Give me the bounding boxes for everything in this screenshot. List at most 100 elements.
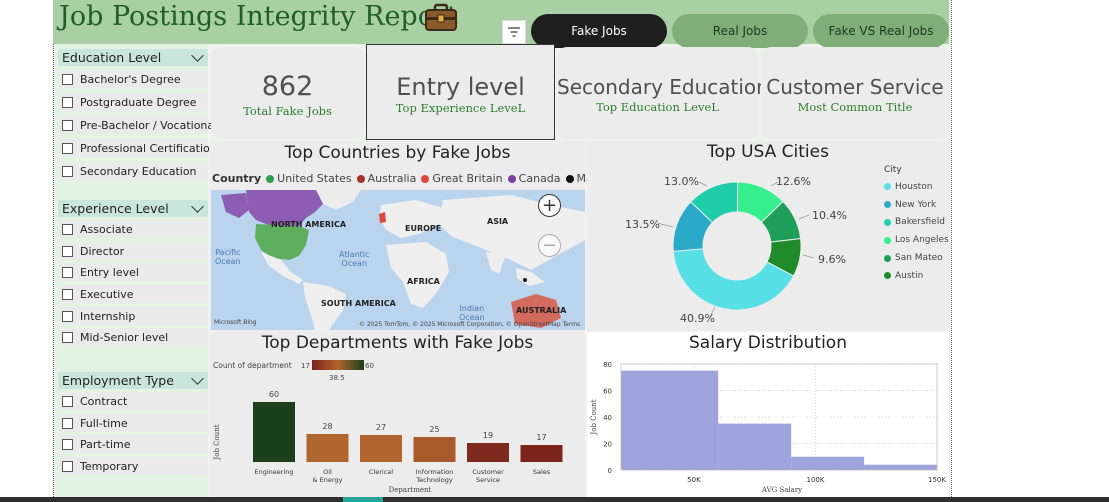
education-slicer-header[interactable]: Education Level	[58, 49, 208, 66]
donut-label: 10.4%	[812, 209, 847, 222]
legend-item[interactable]: Los Angeles	[884, 231, 949, 249]
slicer-option[interactable]: Postgraduate Degree	[58, 93, 208, 111]
legend-item[interactable]: New York	[884, 196, 949, 214]
histogram-bin[interactable]	[718, 423, 792, 470]
x-tick-label: Customer	[472, 468, 504, 476]
kpi-value: Customer Service	[766, 75, 944, 99]
checkbox[interactable]	[62, 142, 73, 154]
checkbox[interactable]	[62, 331, 73, 343]
bottom-scrollbar[interactable]	[0, 497, 1109, 502]
slicer-option[interactable]: Contract	[58, 392, 208, 410]
x-tick-label: & Energy	[313, 476, 343, 484]
x-tick-label: Clerical	[369, 468, 393, 476]
slicer-option[interactable]: Internship	[58, 307, 208, 325]
nav-real-jobs-button[interactable]: Real Jobs	[672, 14, 808, 48]
checkbox[interactable]	[62, 460, 73, 472]
checkbox[interactable]	[62, 288, 73, 300]
map-attribution[interactable]: © 2025 TomTom, © 2025 Microsoft Corporat…	[359, 321, 580, 328]
slicer-option[interactable]: Secondary Education	[58, 162, 208, 180]
slicer-option[interactable]: Professional Certification	[58, 139, 217, 157]
region-label: NORTH AMERICA	[271, 220, 347, 229]
country-legend: Country United States Australia Great Br…	[212, 172, 630, 185]
departments-bar-chart[interactable]: Count of department 17 60 38.5 Job Count 60 En…	[210, 332, 585, 497]
employment-slicer-label: Employment Type	[62, 373, 174, 388]
kpi-value: Secondary Education	[557, 75, 769, 99]
bar-information-technology[interactable]	[413, 437, 456, 462]
chevron-down-icon[interactable]	[191, 200, 204, 213]
checkbox[interactable]	[62, 223, 73, 235]
page-title: Job Postings Integrity Report	[59, 1, 458, 32]
checkbox[interactable]	[62, 266, 73, 278]
slicer-option[interactable]: Bachelor's Degree	[58, 70, 208, 88]
histogram-bin[interactable]	[864, 464, 937, 470]
salary-histogram[interactable]: 0 20 40 60 80 50K 100K 150K AVG Salary Job Count	[587, 332, 949, 497]
bar-customer-service[interactable]	[467, 443, 509, 462]
zoom-in-button[interactable]: +	[538, 194, 561, 217]
scale-max: 60	[365, 362, 374, 370]
bar-engineering[interactable]	[253, 402, 295, 462]
legend-dot	[884, 183, 891, 191]
histogram-bin[interactable]	[621, 370, 719, 470]
page-border-right	[951, 0, 952, 497]
checkbox[interactable]	[62, 73, 73, 85]
slicer-option[interactable]: Pre-Bachelor / Vocational	[58, 116, 217, 134]
slicer-option[interactable]: Mid-Senior level	[58, 328, 208, 346]
histogram-bin[interactable]	[791, 456, 865, 470]
donut-label: 9.6%	[818, 253, 846, 266]
checkbox[interactable]	[62, 245, 73, 257]
legend-item[interactable]: Austin	[884, 267, 949, 285]
kpi-card-common-title: Customer Service Most Common Title	[761, 47, 949, 139]
slicer-option[interactable]: Director	[58, 242, 208, 260]
kpi-value: Entry level	[396, 73, 525, 101]
employment-slicer-header[interactable]: Employment Type	[58, 372, 208, 389]
chevron-down-icon[interactable]	[191, 372, 204, 385]
zoom-out-button[interactable]: −	[538, 234, 561, 257]
bar-clerical[interactable]	[360, 435, 402, 462]
x-tick-label: 150K	[928, 476, 946, 484]
region-label: ASIA	[487, 217, 509, 226]
checkbox[interactable]	[62, 96, 73, 108]
legend-item[interactable]: Canada	[507, 172, 561, 185]
legend-item[interactable]: Houston	[884, 178, 949, 196]
briefcase-icon	[425, 3, 457, 31]
color-scale	[312, 360, 364, 370]
donut-label: 13.0%	[664, 175, 699, 188]
legend-item[interactable]: Australia	[356, 172, 416, 185]
kpi-label: Most Common Title	[797, 100, 913, 114]
legend-item[interactable]: Great Britain	[421, 172, 503, 185]
checkbox[interactable]	[62, 119, 73, 131]
legend-item[interactable]: United States	[266, 172, 352, 185]
slicer-option[interactable]: Temporary	[58, 457, 208, 475]
checkbox[interactable]	[62, 310, 73, 322]
world-map[interactable]: NORTH AMERICA EUROPE ASIA AFRICA SOUTH A…	[211, 190, 585, 330]
x-tick-label: 50K	[687, 476, 701, 484]
bar-oil-energy[interactable]	[306, 434, 349, 462]
checkbox[interactable]	[62, 395, 73, 407]
data-label: 60	[269, 390, 279, 399]
checkbox[interactable]	[62, 438, 73, 450]
checkbox[interactable]	[62, 165, 73, 177]
y-tick-label: 60	[603, 388, 612, 396]
slicer-option[interactable]: Associate	[58, 220, 208, 238]
experience-slicer-header[interactable]: Experience Level	[58, 200, 208, 217]
legend-item[interactable]: Bakersfield	[884, 214, 949, 232]
slicer-option[interactable]: Part-time	[58, 435, 208, 453]
scrollbar-thumb[interactable]	[343, 497, 383, 502]
bar-sales[interactable]	[520, 445, 563, 462]
x-axis-label: Department	[389, 486, 432, 494]
kpi-card-total-fake-jobs: 862 Total Fake Jobs	[211, 47, 364, 139]
y-axis-label: Job Count	[213, 424, 221, 460]
slicer-option[interactable]: Entry level	[58, 263, 208, 281]
city-legend-title: City	[884, 165, 902, 175]
nav-fake-jobs-button[interactable]: Fake Jobs	[531, 14, 667, 48]
nav-fake-vs-real-button[interactable]: Fake VS Real Jobs	[813, 14, 949, 48]
checkbox[interactable]	[62, 417, 73, 429]
leader-line	[798, 214, 810, 220]
chevron-down-icon[interactable]	[191, 49, 204, 62]
slicer-option[interactable]: Executive	[58, 285, 208, 303]
kpi-card-top-experience[interactable]: Entry level Top Experience LeveL	[366, 44, 555, 140]
legend-item[interactable]: San Mateo	[884, 249, 949, 267]
scale-min: 17	[301, 362, 310, 370]
slicer-option[interactable]: Full-time	[58, 414, 208, 432]
filter-icon[interactable]	[502, 20, 526, 44]
